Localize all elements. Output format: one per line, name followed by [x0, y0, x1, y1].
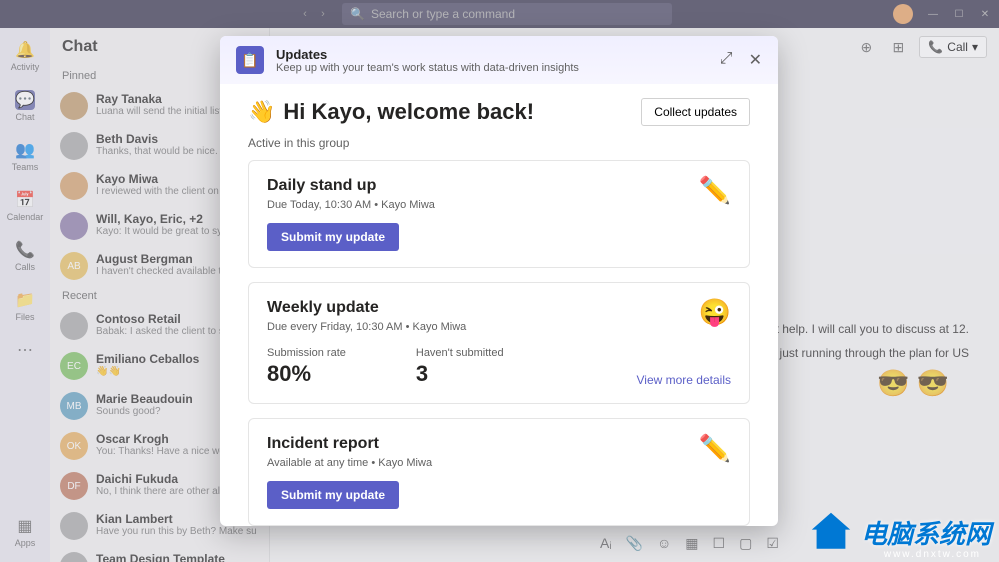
stat-value: 80%: [267, 361, 346, 387]
rail-item-teams[interactable]: 👥Teams: [12, 140, 39, 172]
avatar: [60, 92, 88, 120]
avatar: DF: [60, 472, 88, 500]
title-bar: ‹ › 🔍 Search or type a command — ☐ ✕: [0, 0, 999, 28]
chat-preview: Thanks, that would be nice.: [96, 146, 218, 157]
rail-item-calls[interactable]: 📞Calls: [15, 240, 35, 272]
wink-emoji-icon: 😜: [699, 297, 731, 328]
chat-preview: 👋👋: [96, 366, 199, 377]
modal-title: Updates: [276, 47, 708, 62]
chat-list-item[interactable]: Team Design TemplateReta: Let's set up a…: [50, 546, 269, 562]
wave-icon: 👋: [248, 99, 275, 125]
more-icon[interactable]: ☑: [766, 535, 779, 552]
card-meta: Available at any time • Kayo Miwa: [267, 457, 731, 469]
call-button[interactable]: 📞 Call ▾: [919, 36, 987, 58]
avatar: [60, 312, 88, 340]
teams-icon: 👥: [15, 140, 35, 160]
rail-item-files[interactable]: 📁Files: [15, 290, 35, 322]
view-more-link[interactable]: View more details: [637, 373, 732, 387]
card-title: Weekly update: [267, 299, 731, 317]
nav-back-icon[interactable]: ‹: [298, 7, 312, 21]
sticker-icon[interactable]: ☐: [713, 535, 726, 552]
avatar: [60, 212, 88, 240]
chat-name: Marie Beaudouin: [96, 392, 193, 406]
chevron-down-icon: ▾: [972, 40, 978, 54]
more-icon: ⋯: [15, 340, 35, 360]
modal-subtitle: Keep up with your team's work status wit…: [276, 62, 708, 74]
chat-name: Team Design Template: [96, 552, 257, 562]
stat-label: Haven't submitted: [416, 347, 504, 359]
chat-icon: 💬: [15, 90, 35, 110]
pencil-icon: ✏️: [699, 175, 731, 206]
rail-item-activity[interactable]: 🔔Activity: [11, 40, 40, 72]
rail-item-apps[interactable]: ▦Apps: [15, 516, 36, 548]
welcome-heading: 👋 Hi Kayo, welcome back!: [248, 99, 534, 125]
avatar: [60, 512, 88, 540]
pencil-icon: ✏️: [699, 433, 731, 464]
collect-updates-button[interactable]: Collect updates: [641, 98, 750, 126]
calls-icon: 📞: [15, 240, 35, 260]
avatar: EC: [60, 352, 88, 380]
files-icon: 📁: [15, 290, 35, 310]
card-incident-report: ✏️ Incident report Available at any time…: [248, 418, 750, 526]
rail-item-calendar[interactable]: 📅Calendar: [7, 190, 44, 222]
chat-name: Beth Davis: [96, 132, 218, 146]
card-weekly-update: 😜 Weekly update Due every Friday, 10:30 …: [248, 282, 750, 404]
chat-preview: Sounds good?: [96, 406, 193, 417]
emoji-icon[interactable]: ☺: [657, 535, 671, 552]
close-icon[interactable]: ✕: [749, 50, 762, 70]
rail-item-more[interactable]: ⋯: [15, 340, 35, 360]
search-input[interactable]: 🔍 Search or type a command: [342, 3, 672, 25]
app-rail: 🔔Activity 💬Chat 👥Teams 📅Calendar 📞Calls 📁File…: [0, 28, 50, 562]
avatar: [60, 172, 88, 200]
stat-value: 3: [416, 361, 504, 387]
apps-icon: ▦: [15, 516, 35, 536]
compose-toolbar: Aᵢ 📎 ☺ ▦ ☐ ▢ ☑: [600, 535, 779, 552]
house-icon: [807, 508, 855, 556]
maximize-icon[interactable]: ☐: [953, 8, 965, 20]
reaction-emoji: 😎 😎: [877, 368, 949, 399]
avatar: MB: [60, 392, 88, 420]
avatar: AB: [60, 252, 88, 280]
avatar: OK: [60, 432, 88, 460]
avatar: [60, 132, 88, 160]
user-avatar[interactable]: [893, 4, 913, 24]
card-daily-standup: ✏️ Daily stand up Due Today, 10:30 AM • …: [248, 160, 750, 268]
nav-forward-icon[interactable]: ›: [316, 7, 330, 21]
message-text: m just running through the plan for US: [766, 346, 969, 360]
rail-item-chat[interactable]: 💬Chat: [15, 90, 35, 122]
submit-update-button[interactable]: Submit my update: [267, 223, 399, 251]
calendar-icon: 📅: [15, 190, 35, 210]
submit-update-button[interactable]: Submit my update: [267, 481, 399, 509]
card-title: Daily stand up: [267, 177, 731, 195]
watermark-url: www.dnxtw.com: [884, 549, 981, 560]
chat-preview: Have you run this by Beth? Make su: [96, 526, 257, 537]
avatar: [60, 552, 88, 562]
attach-icon[interactable]: 📎: [626, 535, 643, 552]
card-meta: Due every Friday, 10:30 AM • Kayo Miwa: [267, 321, 731, 333]
close-window-icon[interactable]: ✕: [979, 8, 991, 20]
updates-modal: 📋 Updates Keep up with your team's work …: [220, 36, 778, 526]
meet-icon[interactable]: ▢: [739, 535, 752, 552]
message-text: reat help. I will call you to discuss at…: [758, 322, 969, 336]
phone-icon: 📞: [928, 40, 943, 54]
stat-label: Submission rate: [267, 347, 346, 359]
chat-name: Emiliano Ceballos: [96, 352, 199, 366]
tab-icon[interactable]: ⊕: [855, 36, 877, 58]
expand-icon[interactable]: ⤢: [720, 50, 733, 70]
search-icon: 🔍: [350, 7, 365, 21]
format-icon[interactable]: Aᵢ: [600, 535, 612, 552]
updates-app-icon: 📋: [236, 46, 264, 74]
active-label: Active in this group: [248, 136, 750, 150]
minimize-icon[interactable]: —: [927, 8, 939, 20]
gif-icon[interactable]: ▦: [685, 535, 698, 552]
search-placeholder: Search or type a command: [371, 7, 515, 21]
card-meta: Due Today, 10:30 AM • Kayo Miwa: [267, 199, 731, 211]
video-icon[interactable]: ⊞: [887, 36, 909, 58]
card-title: Incident report: [267, 435, 731, 453]
activity-icon: 🔔: [15, 40, 35, 60]
